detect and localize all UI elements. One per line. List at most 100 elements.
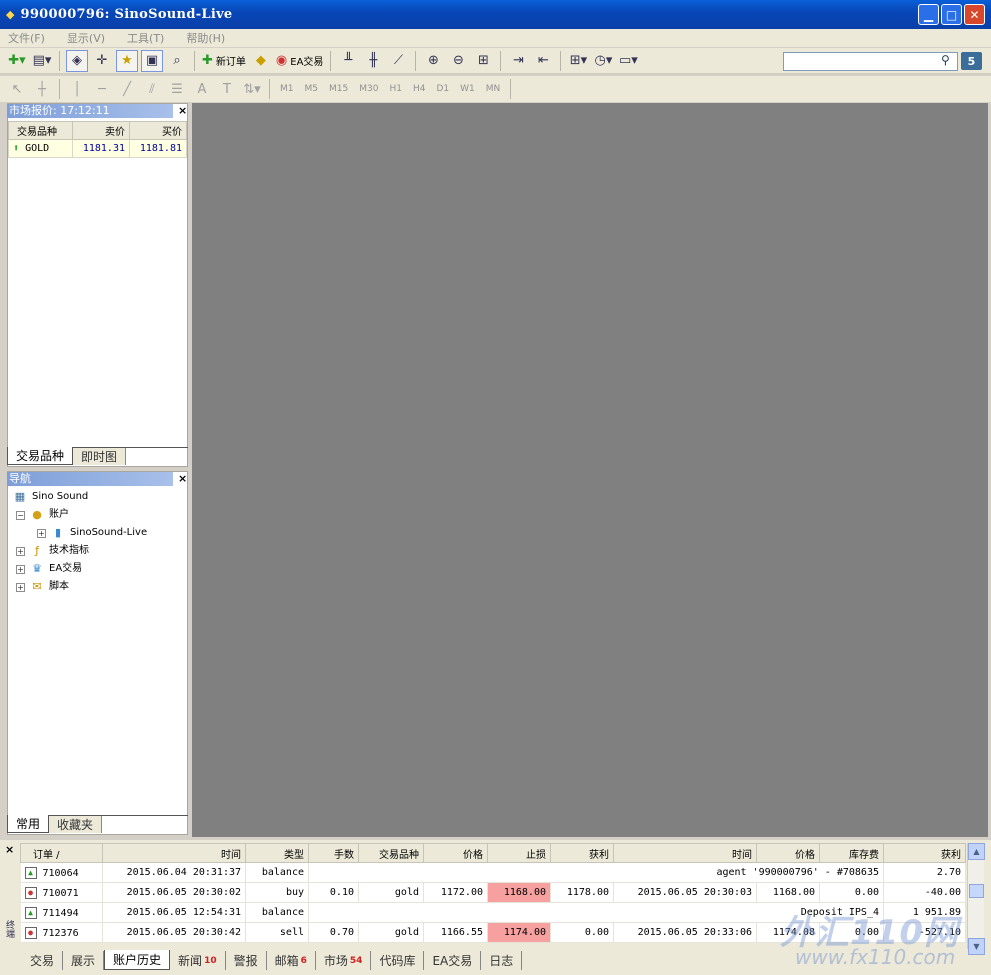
periods-clock-icon[interactable]: ◷▾: [592, 50, 614, 72]
search-icon[interactable]: ⚲: [941, 53, 950, 67]
timeframe-w1[interactable]: W1: [456, 84, 479, 94]
tab-alerts[interactable]: 警报: [226, 951, 267, 970]
nav-expert-advisors[interactable]: + ♛ EA交易: [8, 560, 147, 578]
timeframe-d1[interactable]: D1: [432, 84, 453, 94]
indicators-icon[interactable]: ⊞▾: [567, 50, 589, 72]
col-price[interactable]: 价格: [423, 843, 488, 863]
timeframe-h1[interactable]: H1: [385, 84, 406, 94]
tab-journal[interactable]: 日志: [481, 951, 523, 970]
tab-code-base[interactable]: 代码库: [371, 951, 425, 970]
crosshair-tool-icon[interactable]: ┼: [31, 78, 53, 100]
symbol-row[interactable]: ⬆ GOLD 1181.31 1181.81: [7, 139, 187, 158]
minimize-button[interactable]: ▁: [918, 4, 939, 25]
trendline-icon[interactable]: ╱: [116, 78, 138, 100]
tab-trade[interactable]: 交易: [22, 951, 64, 970]
col-tp[interactable]: 获利: [550, 843, 614, 863]
profiles-button[interactable]: ▤▾: [31, 50, 53, 72]
col-swap[interactable]: 库存费: [819, 843, 884, 863]
auto-scroll-icon[interactable]: ⇥: [507, 50, 529, 72]
column-bid[interactable]: 卖价: [72, 121, 130, 140]
tab-account-history[interactable]: 账户历史: [104, 950, 171, 970]
tab-market[interactable]: 市场 54: [316, 951, 372, 970]
tab-common[interactable]: 常用: [7, 815, 50, 833]
text-label-icon[interactable]: T: [216, 78, 238, 100]
scroll-thumb[interactable]: [969, 884, 984, 898]
nav-account-live[interactable]: + ▮ SinoSound-Live: [8, 524, 147, 542]
tile-windows-icon[interactable]: ⊞: [472, 50, 494, 72]
horizontal-line-icon[interactable]: ─: [91, 78, 113, 100]
fibonacci-icon[interactable]: ☰: [166, 78, 188, 100]
crosshair-icon[interactable]: ✛: [91, 50, 113, 72]
tab-experts[interactable]: EA交易: [424, 951, 482, 970]
timeframe-h4[interactable]: H4: [409, 84, 430, 94]
new-order-button[interactable]: ✚ 新订单: [201, 50, 247, 72]
col-close-price[interactable]: 价格: [756, 843, 820, 863]
col-sl[interactable]: 止损: [487, 843, 551, 863]
menu-view[interactable]: 显示(V): [63, 30, 109, 46]
text-icon[interactable]: A: [191, 78, 213, 100]
favorites-icon[interactable]: ★: [116, 49, 138, 72]
expand-icon[interactable]: +: [16, 546, 25, 556]
market-watch-close-icon[interactable]: ×: [178, 104, 187, 117]
scroll-up-icon[interactable]: ▲: [968, 843, 985, 860]
strategy-tester-icon[interactable]: ⌕: [166, 50, 188, 72]
table-row[interactable]: ▲ 710064 2015.06.04 20:31:37 balance agen…: [20, 862, 966, 883]
timeframe-m15[interactable]: M15: [325, 84, 352, 94]
templates-icon[interactable]: ▭▾: [617, 50, 639, 72]
menu-tools[interactable]: 工具(T): [123, 30, 168, 46]
col-time[interactable]: 时间: [102, 843, 246, 863]
scroll-down-icon[interactable]: ▼: [968, 938, 985, 955]
column-symbol[interactable]: 交易品种: [7, 121, 74, 140]
zoom-in-icon[interactable]: ⊕: [422, 50, 444, 72]
timeframe-m1[interactable]: M1: [276, 84, 298, 94]
timeframe-m5[interactable]: M5: [301, 84, 323, 94]
terminal-close-icon[interactable]: ×: [5, 843, 14, 856]
menu-file[interactable]: 文件(F): [4, 30, 49, 46]
channel-icon[interactable]: ⫽: [141, 78, 163, 100]
expand-icon[interactable]: +: [37, 528, 46, 538]
close-button[interactable]: ✕: [964, 4, 985, 25]
terminal-scrollbar[interactable]: ▲ ▼: [967, 843, 985, 955]
expand-icon[interactable]: +: [16, 582, 25, 592]
tab-mailbox[interactable]: 邮箱 6: [267, 951, 316, 970]
nav-accounts[interactable]: − ● 账户: [8, 506, 147, 524]
bar-chart-icon[interactable]: ╨: [337, 50, 359, 72]
col-close-time[interactable]: 时间: [613, 843, 757, 863]
menu-help[interactable]: 帮助(H): [182, 30, 229, 46]
candlestick-icon[interactable]: ╫: [362, 50, 384, 72]
vertical-line-icon[interactable]: │: [66, 78, 88, 100]
nav-scripts[interactable]: + ✉ 脚本: [8, 578, 147, 596]
collapse-icon[interactable]: −: [16, 510, 25, 520]
tab-tick-chart[interactable]: 即时图: [73, 448, 127, 465]
chart-shift-icon[interactable]: ⇤: [532, 50, 554, 72]
chart-workspace[interactable]: [192, 103, 988, 837]
cursor-icon[interactable]: ↖: [6, 78, 28, 100]
zoom-out-icon[interactable]: ⊖: [447, 50, 469, 72]
maximize-button[interactable]: □: [941, 4, 962, 25]
mailbox-badge[interactable]: 5: [961, 52, 982, 70]
new-chart-button[interactable]: ✚▾: [6, 50, 28, 72]
market-watch-toggle-icon[interactable]: ◈: [66, 49, 88, 72]
timeframe-mn[interactable]: MN: [482, 84, 505, 94]
search-input[interactable]: [783, 52, 958, 71]
tab-news[interactable]: 新闻 10: [170, 951, 226, 970]
col-type[interactable]: 类型: [245, 843, 309, 863]
timeframe-m30[interactable]: M30: [355, 84, 382, 94]
metaeditor-icon[interactable]: ◆: [250, 50, 272, 72]
col-lots[interactable]: 手数: [308, 843, 359, 863]
column-ask[interactable]: 买价: [129, 121, 187, 140]
col-profit[interactable]: 获利: [883, 843, 966, 863]
navigator-close-icon[interactable]: ×: [178, 472, 187, 485]
col-symbol[interactable]: 交易品种: [358, 843, 424, 863]
arrows-icon[interactable]: ⇅▾: [241, 78, 263, 100]
tab-symbols[interactable]: 交易品种: [7, 447, 74, 465]
navigator-toggle-icon[interactable]: ▣: [141, 49, 163, 72]
expand-icon[interactable]: +: [16, 564, 25, 574]
nav-indicators[interactable]: + ƒ 技术指标: [8, 542, 147, 560]
nav-root[interactable]: ▦ Sino Sound: [8, 488, 147, 506]
tab-exposure[interactable]: 展示: [63, 951, 105, 970]
ea-trading-button[interactable]: ◉ EA交易: [275, 50, 325, 72]
col-order[interactable]: 订单 /: [20, 843, 103, 863]
line-chart-icon[interactable]: ⟋: [387, 50, 409, 72]
tab-favorites[interactable]: 收藏夹: [49, 816, 103, 833]
